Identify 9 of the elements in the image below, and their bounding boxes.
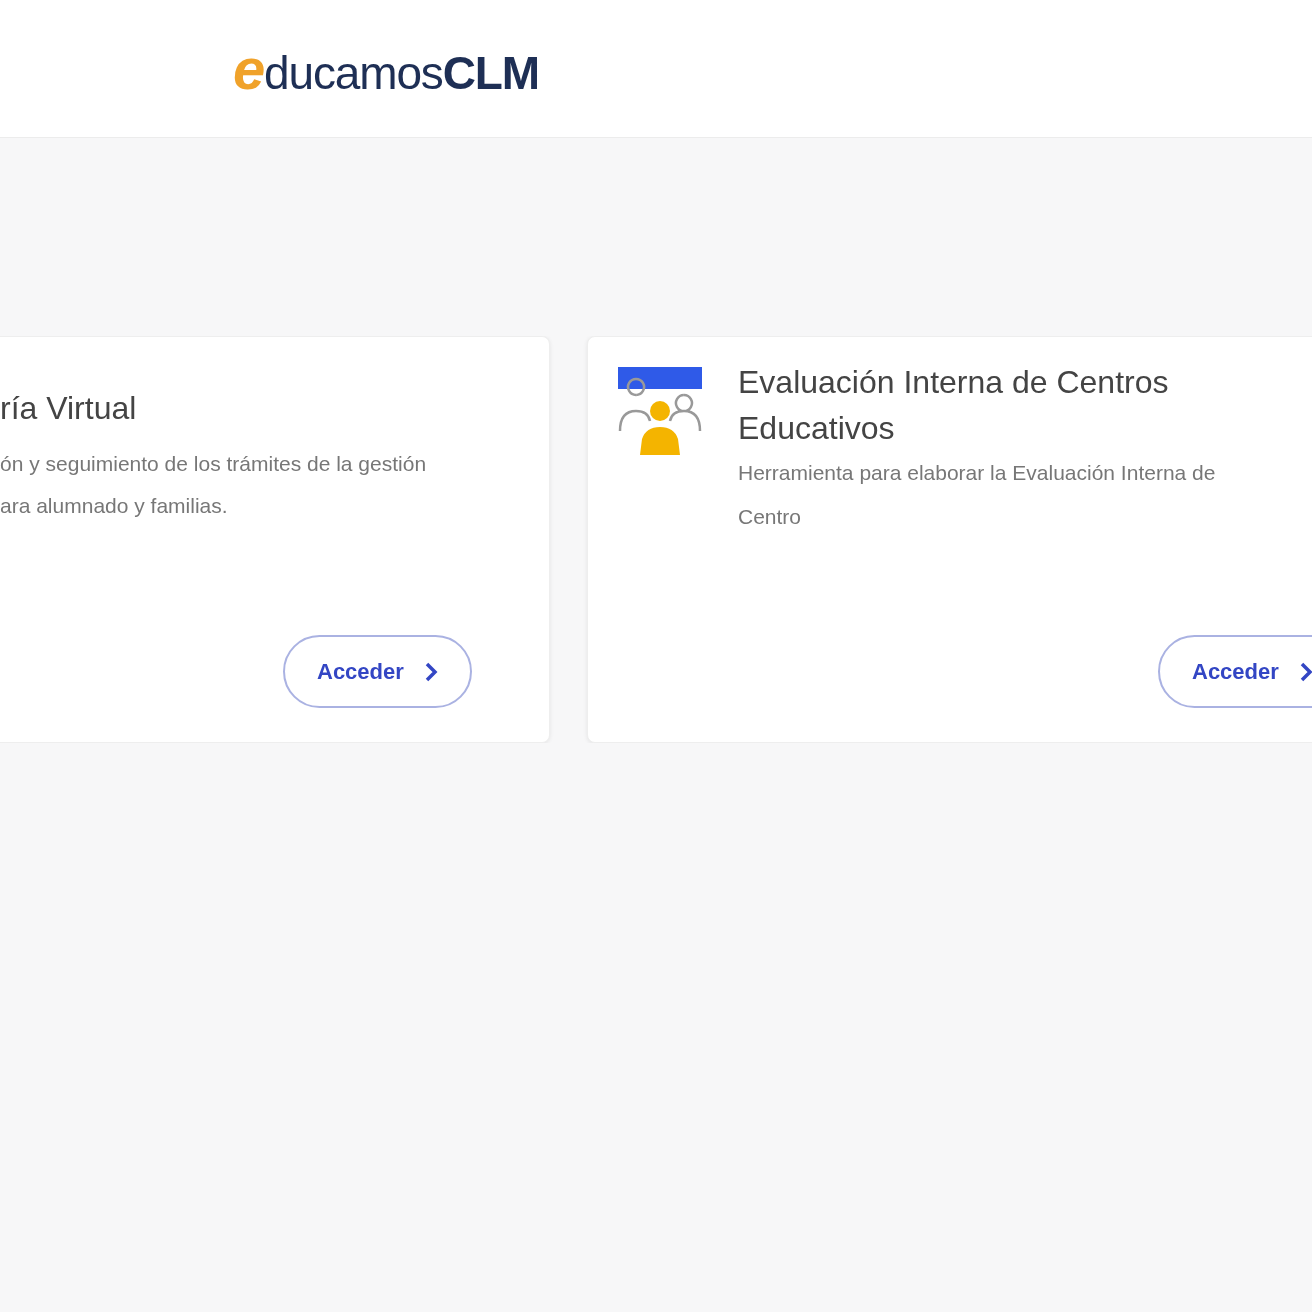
chevron-right-icon <box>423 660 438 683</box>
access-button[interactable]: Acceder <box>1158 635 1312 708</box>
access-button[interactable]: Acceder <box>283 635 472 708</box>
chevron-right-icon <box>1298 660 1312 683</box>
card-description: Herramienta para elaborar la Evaluación Interna de Centro <box>738 460 1217 530</box>
card-description: ón y seguimiento de los trámites de la gestión ara alumnado y familias. <box>0 451 428 519</box>
card-title: ría Virtual <box>0 389 138 428</box>
logo[interactable]: educamosCLM <box>233 39 539 98</box>
card-title: Evaluación Interna de Centros Educativos <box>738 363 1170 448</box>
